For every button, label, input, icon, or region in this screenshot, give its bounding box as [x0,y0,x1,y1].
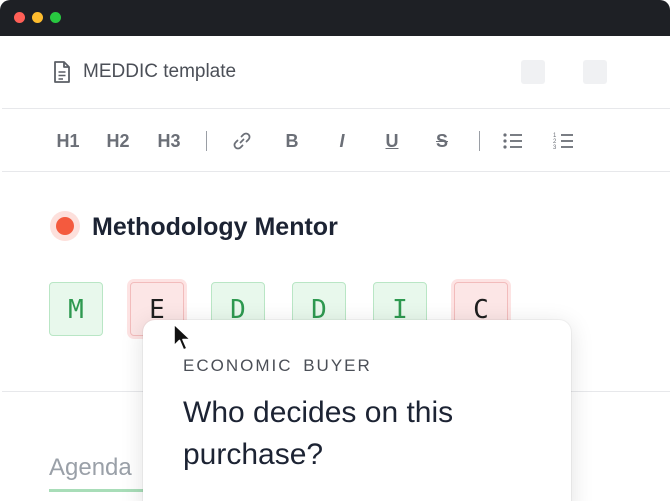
header-menu-button[interactable] [583,60,607,84]
link-icon[interactable] [231,130,253,152]
agenda-tab[interactable]: Agenda [49,454,132,482]
popover-label: ECONOMIC BUYER [183,356,372,375]
toolbar-divider [479,131,480,151]
bold-button[interactable]: B [282,129,302,153]
numbered-list-icon[interactable]: 1 2 3 [553,131,575,151]
toolbar-divider [206,131,207,151]
bulleted-list-icon[interactable] [502,131,524,151]
app-window: MEDDIC template H1 H2 H3 B I U S 1 2 3 M… [0,0,670,501]
heading2-button[interactable]: H2 [104,129,132,153]
status-indicator-core [56,217,74,235]
heading1-button[interactable]: H1 [54,129,82,153]
agenda-tab-underline [49,489,144,492]
header-action-button[interactable] [521,60,545,84]
document-icon [54,61,70,83]
document-header: MEDDIC template [2,36,670,109]
mouse-cursor-icon [173,323,192,351]
document-title: MEDDIC template [83,61,237,82]
status-indicator-icon [50,211,80,241]
minimize-window-button[interactable] [32,12,43,23]
title-bar [0,0,670,36]
maximize-window-button[interactable] [50,12,61,23]
meddic-tile-m[interactable]: M [49,282,103,336]
italic-button[interactable]: I [332,129,352,153]
popover-question: Who decides on this purchase? [183,396,454,471]
formatting-toolbar: H1 H2 H3 B I U S 1 2 3 [2,109,670,172]
mentor-title: Methodology Mentor [92,213,338,241]
svg-text:3: 3 [553,145,557,151]
underline-button[interactable]: U [382,129,402,153]
strikethrough-button[interactable]: S [432,129,452,153]
heading3-button[interactable]: H3 [154,129,184,153]
criteria-popover: ECONOMIC BUYER Who decides on this purch… [143,320,571,501]
close-window-button[interactable] [14,12,25,23]
